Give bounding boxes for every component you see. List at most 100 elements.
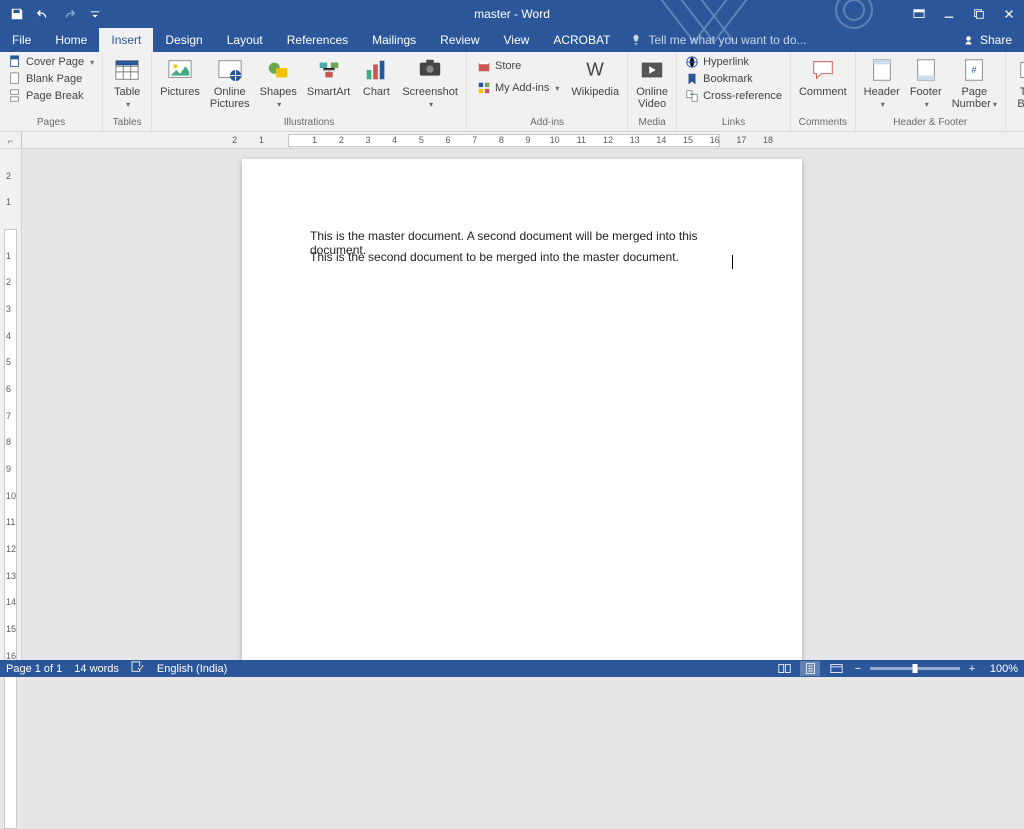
- bookmark-icon: [685, 72, 699, 86]
- status-words[interactable]: 14 words: [74, 663, 119, 675]
- wikipedia-icon: W: [581, 56, 609, 84]
- share-button[interactable]: Share: [952, 28, 1024, 52]
- print-layout-button[interactable]: [800, 661, 820, 676]
- horizontal-ruler[interactable]: ⌐ 21123456789101112131415161718: [0, 132, 1024, 149]
- tab-design[interactable]: Design: [153, 28, 214, 52]
- tab-view[interactable]: View: [492, 28, 542, 52]
- status-bar: Page 1 of 1 14 words English (India) − +…: [0, 660, 1024, 677]
- pictures-icon: [166, 56, 194, 84]
- shapes-icon: [264, 56, 292, 84]
- chart-button[interactable]: Chart: [356, 54, 396, 100]
- table-icon: [113, 56, 141, 84]
- group-header-footer: Header▾ Footer▾ #PageNumber▾ Header & Fo…: [856, 52, 1006, 131]
- svg-text:W: W: [587, 59, 605, 80]
- cross-reference-button[interactable]: Cross-reference: [681, 88, 786, 104]
- minimize-button[interactable]: [934, 0, 964, 28]
- my-addins-icon: [477, 81, 491, 95]
- group-illustrations: Pictures OnlinePictures Shapes▾ SmartArt…: [152, 52, 467, 131]
- table-button[interactable]: Table▾: [107, 54, 147, 112]
- page-number-icon: #: [960, 56, 988, 84]
- paragraph-2[interactable]: This is the second document to be merged…: [310, 250, 742, 264]
- screenshot-icon: [416, 56, 444, 84]
- tab-references[interactable]: References: [275, 28, 360, 52]
- web-layout-button[interactable]: [826, 661, 846, 676]
- text-cursor: [732, 255, 733, 269]
- tab-mailings[interactable]: Mailings: [360, 28, 428, 52]
- footer-button[interactable]: Footer▾: [906, 54, 946, 112]
- redo-button[interactable]: [58, 3, 80, 25]
- page-break-icon: [8, 89, 22, 103]
- quick-access-toolbar: [0, 3, 106, 25]
- online-pictures-icon: [216, 56, 244, 84]
- shapes-button[interactable]: Shapes▾: [256, 54, 301, 112]
- title-bar: master - Word: [0, 0, 1024, 28]
- blank-page-icon: [8, 72, 22, 86]
- group-media: OnlineVideo Media: [628, 52, 677, 131]
- online-video-icon: [638, 56, 666, 84]
- zoom-out-button[interactable]: −: [852, 663, 864, 675]
- lightbulb-icon: [630, 34, 642, 46]
- textbox-icon: A: [1016, 56, 1024, 84]
- store-icon: [477, 59, 491, 73]
- status-language[interactable]: English (India): [157, 663, 227, 675]
- ribbon-tabs: File Home Insert Design Layout Reference…: [0, 28, 1024, 52]
- tab-layout[interactable]: Layout: [215, 28, 275, 52]
- document-page[interactable]: This is the master document. A second do…: [242, 159, 802, 660]
- cover-page-icon: [8, 55, 22, 69]
- save-button[interactable]: [6, 3, 28, 25]
- footer-icon: [912, 56, 940, 84]
- spellcheck-icon[interactable]: [131, 661, 145, 676]
- online-video-button[interactable]: OnlineVideo: [632, 54, 672, 112]
- maximize-button[interactable]: [964, 0, 994, 28]
- zoom-in-button[interactable]: +: [966, 663, 978, 675]
- chart-icon: [362, 56, 390, 84]
- tell-me-search[interactable]: Tell me what you want to do...: [630, 28, 952, 52]
- cross-reference-icon: [685, 89, 699, 103]
- share-icon: [964, 34, 976, 46]
- store-button[interactable]: Store: [473, 58, 563, 74]
- screenshot-button[interactable]: Screenshot▾: [398, 54, 462, 112]
- tab-insert[interactable]: Insert: [99, 28, 153, 52]
- ruler-corner[interactable]: ⌐: [0, 132, 22, 149]
- zoom-level[interactable]: 100%: [984, 663, 1018, 675]
- tab-review[interactable]: Review: [428, 28, 491, 52]
- bookmark-button[interactable]: Bookmark: [681, 71, 786, 87]
- online-pictures-button[interactable]: OnlinePictures: [206, 54, 254, 112]
- ribbon: Cover Page▾ Blank Page Page Break Pages …: [0, 52, 1024, 132]
- qat-customize-button[interactable]: [84, 3, 106, 25]
- smartart-icon: [315, 56, 343, 84]
- cover-page-button[interactable]: Cover Page▾: [4, 54, 98, 70]
- hyperlink-button[interactable]: Hyperlink: [681, 54, 786, 70]
- document-area: 2112345678910111213141516 This is the ma…: [0, 149, 1024, 660]
- page-canvas[interactable]: This is the master document. A second do…: [22, 149, 1024, 660]
- header-button[interactable]: Header▾: [860, 54, 904, 112]
- close-button[interactable]: [994, 0, 1024, 28]
- comment-icon: [809, 56, 837, 84]
- group-addins: Store My Add-ins ▾ WWikipedia Add-ins: [467, 52, 628, 131]
- undo-button[interactable]: [32, 3, 54, 25]
- window-title: master - Word: [0, 7, 1024, 21]
- smartart-button[interactable]: SmartArt: [303, 54, 354, 100]
- group-pages: Cover Page▾ Blank Page Page Break Pages: [0, 52, 103, 131]
- group-text: ATextBox▾ QuickParts▾ AWordArt▾ ADropCap…: [1006, 52, 1024, 131]
- page-number-button[interactable]: #PageNumber▾: [948, 54, 1001, 112]
- pictures-button[interactable]: Pictures: [156, 54, 204, 100]
- blank-page-button[interactable]: Blank Page: [4, 71, 98, 87]
- header-icon: [868, 56, 896, 84]
- ribbon-display-button[interactable]: [904, 0, 934, 28]
- svg-text:#: #: [972, 65, 978, 75]
- group-comments: Comment Comments: [791, 52, 856, 131]
- zoom-slider[interactable]: [870, 667, 960, 670]
- text-box-button[interactable]: ATextBox▾: [1010, 54, 1024, 112]
- comment-button[interactable]: Comment: [795, 54, 851, 100]
- vertical-ruler[interactable]: 2112345678910111213141516: [0, 149, 22, 660]
- read-mode-button[interactable]: [774, 661, 794, 676]
- status-page[interactable]: Page 1 of 1: [6, 663, 62, 675]
- page-break-button[interactable]: Page Break: [4, 88, 98, 104]
- my-addins-button[interactable]: My Add-ins ▾: [473, 80, 563, 96]
- tab-home[interactable]: Home: [43, 28, 99, 52]
- tab-acrobat[interactable]: ACROBAT: [541, 28, 622, 52]
- wikipedia-button[interactable]: WWikipedia: [567, 54, 623, 100]
- group-tables: Table▾ Tables: [103, 52, 152, 131]
- tab-file[interactable]: File: [0, 28, 43, 52]
